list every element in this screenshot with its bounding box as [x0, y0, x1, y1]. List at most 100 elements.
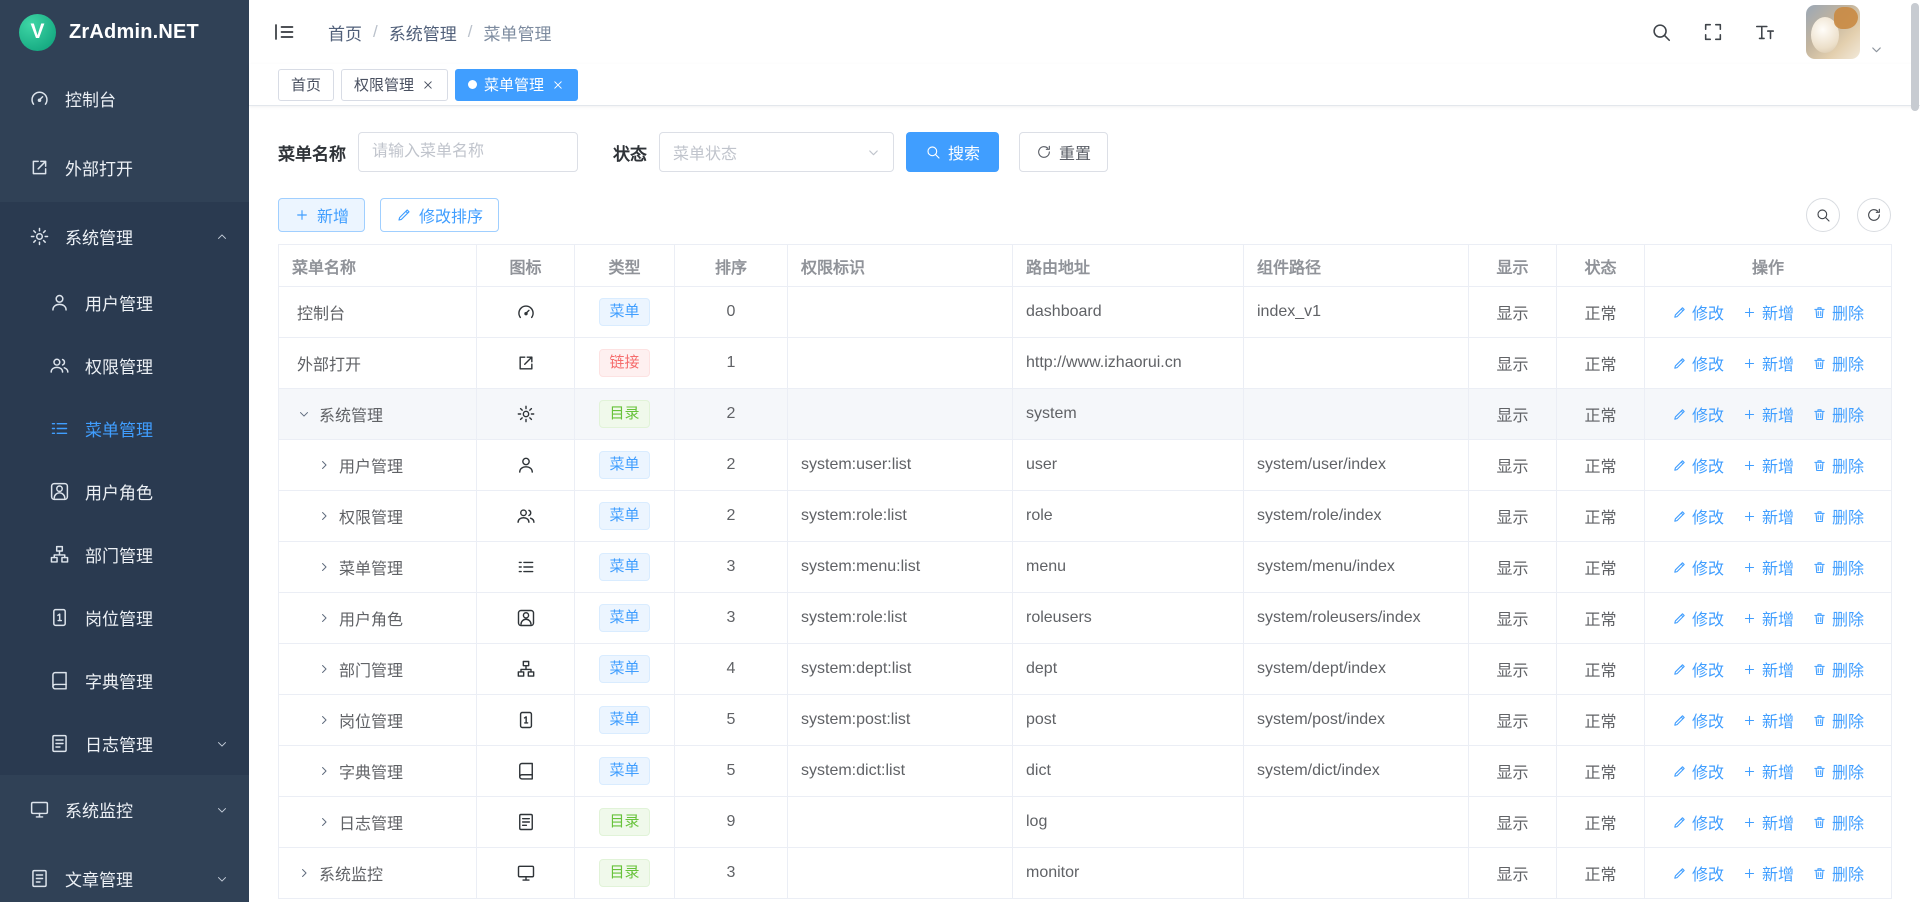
row-collapse-icon[interactable] [297, 407, 311, 421]
tab-close-icon[interactable] [551, 78, 565, 92]
edit-icon [396, 207, 412, 223]
visible-value: 显示 [1469, 848, 1557, 899]
status-value: 正常 [1557, 338, 1645, 389]
font-size-icon[interactable] [1754, 21, 1776, 43]
sidebar-item-label: 文章管理 [65, 866, 133, 891]
row-delete-link[interactable]: 删除 [1812, 759, 1864, 783]
row-edit-link[interactable]: 修改 [1672, 300, 1724, 324]
reset-button[interactable]: 重置 [1019, 132, 1108, 172]
user-menu-caret-icon[interactable] [1869, 42, 1884, 57]
component-value: system/roleusers/index [1244, 593, 1469, 644]
menu-name: 控制台 [297, 300, 345, 324]
row-delete-link[interactable]: 删除 [1812, 555, 1864, 579]
refresh-table-button[interactable] [1857, 198, 1891, 232]
avatar[interactable] [1806, 5, 1860, 59]
sidebar-item-label: 外部打开 [65, 155, 133, 180]
plus-icon [1742, 764, 1757, 779]
page-scrollbar[interactable] [1911, 3, 1919, 111]
row-add-link[interactable]: 新增 [1742, 351, 1794, 375]
row-add-link[interactable]: 新增 [1742, 861, 1794, 885]
row-add-link[interactable]: 新增 [1742, 402, 1794, 426]
row-expand-icon[interactable] [317, 611, 331, 625]
sidebar-item-dict[interactable]: 字典管理 [0, 649, 249, 712]
tab-menu[interactable]: 菜单管理 [455, 69, 578, 101]
row-delete-link[interactable]: 删除 [1812, 810, 1864, 834]
toggle-search-button[interactable] [1806, 198, 1840, 232]
search-button-icon [925, 144, 941, 160]
sidebar-item-roleusers[interactable]: 用户角色 [0, 460, 249, 523]
row-add-link[interactable]: 新增 [1742, 657, 1794, 681]
tab-role[interactable]: 权限管理 [341, 69, 448, 101]
edit-icon [1672, 560, 1687, 575]
row-expand-icon[interactable] [317, 815, 331, 829]
logo[interactable]: V ZrAdmin.NET [0, 0, 249, 64]
component-value: system/user/index [1244, 440, 1469, 491]
sidebar-toggle-icon[interactable] [272, 20, 296, 44]
edit-icon [1672, 866, 1687, 881]
row-edit-link[interactable]: 修改 [1672, 402, 1724, 426]
row-edit-link[interactable]: 修改 [1672, 606, 1724, 630]
row-add-link[interactable]: 新增 [1742, 504, 1794, 528]
row-edit-link[interactable]: 修改 [1672, 453, 1724, 477]
row-expand-icon[interactable] [317, 713, 331, 727]
row-edit-link[interactable]: 修改 [1672, 504, 1724, 528]
sidebar-item-article[interactable]: 文章管理 [0, 844, 249, 902]
row-delete-link[interactable]: 删除 [1812, 504, 1864, 528]
row-edit-link[interactable]: 修改 [1672, 759, 1724, 783]
sidebar-item-dept[interactable]: 部门管理 [0, 523, 249, 586]
row-delete-link[interactable]: 删除 [1812, 657, 1864, 681]
row-delete-link[interactable]: 删除 [1812, 453, 1864, 477]
sort-value: 2 [675, 440, 788, 491]
sidebar-item-dashboard[interactable]: 控制台 [0, 64, 249, 133]
row-add-link[interactable]: 新增 [1742, 759, 1794, 783]
fullscreen-icon[interactable] [1702, 21, 1724, 43]
row-add-link[interactable]: 新增 [1742, 555, 1794, 579]
sidebar-item-monitor[interactable]: 系统监控 [0, 775, 249, 844]
add-button[interactable]: 新增 [278, 198, 365, 232]
row-edit-link[interactable]: 修改 [1672, 861, 1724, 885]
row-expand-icon[interactable] [297, 866, 311, 880]
row-edit-link[interactable]: 修改 [1672, 555, 1724, 579]
tab-home[interactable]: 首页 [278, 69, 334, 101]
sidebar-item-external[interactable]: 外部打开 [0, 133, 249, 202]
tab-close-icon[interactable] [421, 78, 435, 92]
status-select[interactable]: 菜单状态 [659, 132, 894, 172]
sort-value: 2 [675, 491, 788, 542]
sidebar-item-post[interactable]: 岗位管理 [0, 586, 249, 649]
perm-value [788, 287, 1013, 338]
row-expand-icon[interactable] [317, 560, 331, 574]
row-add-link[interactable]: 新增 [1742, 810, 1794, 834]
edit-sort-button[interactable]: 修改排序 [380, 198, 499, 232]
row-expand-icon[interactable] [317, 509, 331, 523]
row-delete-link[interactable]: 删除 [1812, 402, 1864, 426]
row-expand-icon[interactable] [317, 662, 331, 676]
row-delete-link[interactable]: 删除 [1812, 861, 1864, 885]
row-edit-link[interactable]: 修改 [1672, 657, 1724, 681]
menu-name-input[interactable] [358, 132, 578, 172]
row-edit-link[interactable]: 修改 [1672, 351, 1724, 375]
row-edit-link[interactable]: 修改 [1672, 708, 1724, 732]
sidebar-item-user[interactable]: 用户管理 [0, 271, 249, 334]
sidebar-item-log[interactable]: 日志管理 [0, 712, 249, 775]
breadcrumb-item[interactable]: 首页 [328, 20, 362, 45]
search-button[interactable]: 搜索 [906, 132, 999, 172]
sidebar-item-system[interactable]: 系统管理 [0, 202, 249, 271]
row-delete-link[interactable]: 删除 [1812, 606, 1864, 630]
sidebar-item-menu[interactable]: 菜单管理 [0, 397, 249, 460]
edit-icon [1672, 815, 1687, 830]
row-expand-icon[interactable] [317, 458, 331, 472]
row-delete-link[interactable]: 删除 [1812, 300, 1864, 324]
visible-value: 显示 [1469, 338, 1557, 389]
row-add-link[interactable]: 新增 [1742, 606, 1794, 630]
breadcrumb-item[interactable]: 系统管理 [389, 20, 457, 45]
row-add-link[interactable]: 新增 [1742, 453, 1794, 477]
row-expand-icon[interactable] [317, 764, 331, 778]
header-search-icon[interactable] [1650, 21, 1672, 43]
row-delete-link[interactable]: 删除 [1812, 708, 1864, 732]
row-edit-link[interactable]: 修改 [1672, 810, 1724, 834]
row-delete-link[interactable]: 删除 [1812, 351, 1864, 375]
visible-value: 显示 [1469, 542, 1557, 593]
row-add-link[interactable]: 新增 [1742, 300, 1794, 324]
sidebar-item-role[interactable]: 权限管理 [0, 334, 249, 397]
row-add-link[interactable]: 新增 [1742, 708, 1794, 732]
